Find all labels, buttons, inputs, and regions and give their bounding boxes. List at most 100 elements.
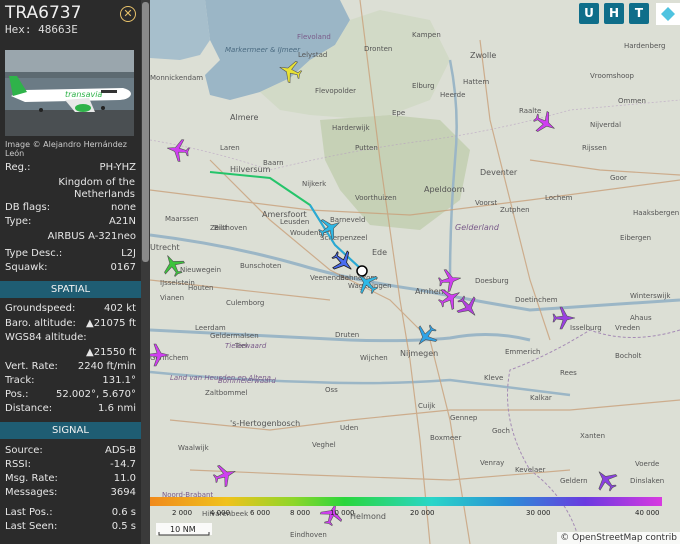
- layers-icon: [661, 7, 675, 21]
- map-canvas[interactable]: Lelystad Kampen Zwolle Dronten Markermee…: [150, 0, 680, 544]
- wgs84-value: ▲21550 ft: [86, 347, 136, 358]
- label-apeldoorn: Apeldoorn: [424, 185, 465, 194]
- label-kleve: Kleve: [484, 374, 503, 382]
- baro-altitude-row: Baro. altitude: ▲21075 ft: [5, 318, 136, 332]
- label-elburg: Elburg: [412, 82, 434, 90]
- label-leusden: Leusden: [280, 218, 309, 226]
- toggle-u-button[interactable]: U: [579, 3, 599, 24]
- label-raalte: Raalte: [519, 107, 541, 115]
- last-seen-label: Last Seen:: [5, 521, 58, 532]
- squawk-label: Squawk:: [5, 262, 48, 273]
- db-flags-row: DB flags: none: [5, 202, 136, 216]
- label-flevoland: Flevoland: [297, 33, 331, 41]
- label-rijssen: Rijssen: [582, 144, 607, 152]
- label-goch: Goch: [492, 427, 510, 435]
- toggle-t-button[interactable]: T: [629, 3, 649, 24]
- label-deventer: Deventer: [480, 168, 518, 177]
- label-barneveld: Barneveld: [330, 216, 365, 224]
- close-icon[interactable]: ✕: [120, 6, 136, 22]
- sidebar-scrollbar[interactable]: [141, 0, 150, 544]
- layers-button[interactable]: [656, 3, 680, 25]
- label-scherpenzeel: Scherpenzeel: [320, 234, 367, 242]
- last-pos-row: Last Pos.: 0.6 s: [5, 507, 136, 521]
- map-view[interactable]: Lelystad Kampen Zwolle Dronten Markermee…: [150, 0, 680, 544]
- label-land-van-heusden: Land van Heusden en Altena: [170, 374, 271, 382]
- msg-rate-row: Msg. Rate: 11.0: [5, 473, 136, 487]
- wgs84-label: WGS84 altitude:: [5, 332, 87, 343]
- type-full-row: AIRBUS A-321neo: [5, 231, 136, 245]
- label-venray: Venray: [480, 459, 504, 467]
- scale-bar-label: 10 NM: [170, 525, 196, 534]
- groundspeed-label: Groundspeed:: [5, 303, 76, 314]
- label-culemborg: Culemborg: [226, 299, 264, 307]
- track-value: 131.1°: [102, 375, 136, 386]
- livery-text: transavia: [65, 90, 102, 99]
- wgs84-value-row: ▲21550 ft: [5, 347, 136, 361]
- label-lochem: Lochem: [545, 194, 573, 202]
- label-isselburg: Isselburg: [570, 324, 602, 332]
- aircraft-info-panel: TRA6737 ✕ Hex: 48663E transavia Image © …: [0, 0, 141, 544]
- receiver-location-icon: [356, 265, 368, 277]
- last-seen-row: Last Seen: 0.5 s: [5, 521, 136, 535]
- type-label: Type:: [5, 216, 32, 227]
- label-flevopolder: Flevopolder: [315, 87, 356, 95]
- source-label: Source:: [5, 445, 43, 456]
- type-desc-row: Type Desc.: L2J: [5, 248, 136, 262]
- label-tielerwaard: Tielerwaard: [225, 342, 267, 350]
- aircraft-photo[interactable]: transavia: [5, 50, 134, 136]
- source-row: Source: ADS-B: [5, 445, 136, 459]
- label-eibergen: Eibergen: [620, 234, 651, 242]
- messages-value: 3694: [110, 487, 136, 498]
- legend-tick-2000: 2 000: [172, 509, 192, 517]
- reg-row: Reg.: PH-YHZ: [5, 162, 136, 176]
- label-eindhoven: Eindhoven: [290, 531, 327, 539]
- label-gelderland: Gelderland: [455, 223, 500, 232]
- msg-rate-label: Msg. Rate:: [5, 473, 58, 484]
- label-voerde: Voerde: [635, 460, 659, 468]
- label-leerdam: Leerdam: [195, 324, 226, 332]
- label-monnickendam: Monnickendam: [150, 74, 203, 82]
- groundspeed-row: Groundspeed: 402 kt: [5, 303, 136, 317]
- last-pos-value: 0.6 s: [111, 507, 136, 518]
- type-full-value: AIRBUS A-321neo: [47, 231, 136, 242]
- signal-section-header[interactable]: SIGNAL: [0, 422, 141, 439]
- legend-tick-20000: 20 000: [410, 509, 435, 517]
- label-vreden: Vreden: [615, 324, 640, 332]
- label-markermeer: Markermeer & IJmeer: [225, 46, 301, 54]
- map-attribution[interactable]: © OpenStreetMap contrib: [557, 532, 680, 544]
- scrollbar-thumb[interactable]: [142, 2, 149, 262]
- wgs84-label-row: WGS84 altitude:: [5, 332, 136, 346]
- label-waalwijk: Waalwijk: [178, 444, 210, 452]
- label-kevelaer: Kevelaer: [515, 466, 546, 474]
- label-voorst: Voorst: [475, 199, 497, 207]
- label-winterswijk: Winterswijk: [630, 292, 671, 300]
- label-zutphen: Zutphen: [500, 206, 530, 214]
- label-boxmeer: Boxmeer: [430, 434, 461, 442]
- track-label: Track:: [5, 375, 35, 386]
- groundspeed-value: 402 kt: [104, 303, 136, 314]
- label-zaltbommel: Zaltbommel: [205, 389, 247, 397]
- label-gennep: Gennep: [450, 414, 478, 422]
- label-almere: Almere: [230, 113, 259, 122]
- spatial-section-header[interactable]: SPATIAL: [0, 281, 141, 298]
- rssi-value: -14.7: [110, 459, 136, 470]
- label-veghel: Veghel: [312, 441, 336, 449]
- legend-tick-6000: 6 000: [250, 509, 270, 517]
- hex-value: 48663E: [38, 23, 78, 36]
- baro-altitude-label: Baro. altitude:: [5, 318, 76, 329]
- rssi-row: RSSI: -14.7: [5, 459, 136, 473]
- label-rees: Rees: [560, 369, 577, 377]
- toggle-h-button[interactable]: H: [604, 3, 624, 24]
- label-harderwijk: Harderwijk: [332, 124, 371, 132]
- label-nijkerk: Nijkerk: [302, 180, 327, 188]
- legend-tick-8000: 8 000: [290, 509, 310, 517]
- label-kalkar: Kalkar: [530, 394, 552, 402]
- reg-label: Reg.:: [5, 162, 31, 173]
- db-flags-label: DB flags:: [5, 202, 51, 213]
- vert-rate-row: Vert. Rate: 2240 ft/min: [5, 361, 136, 375]
- legend-tick-4000: 4 000: [210, 509, 230, 517]
- label-uden: Uden: [340, 424, 358, 432]
- label-helmond: Helmond: [350, 512, 386, 521]
- label-nijmegen: Nijmegen: [400, 349, 438, 358]
- position-row: Pos.: 52.002°, 5.670°: [5, 389, 136, 403]
